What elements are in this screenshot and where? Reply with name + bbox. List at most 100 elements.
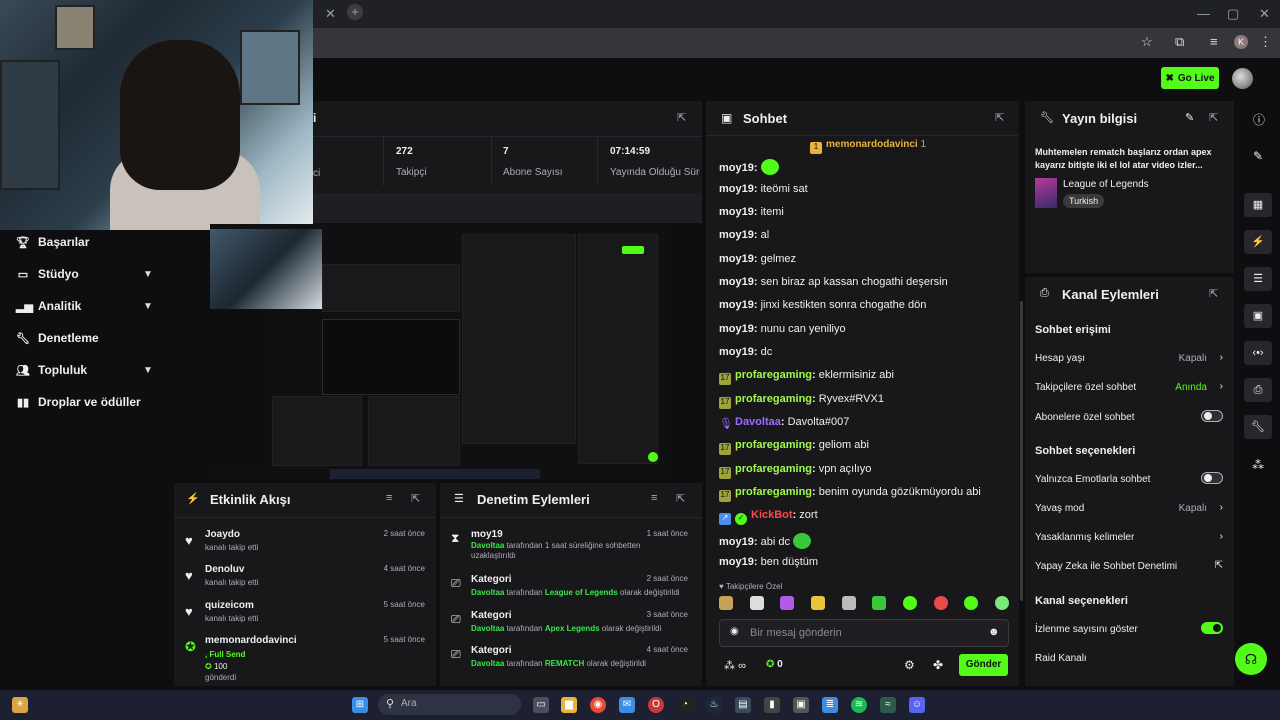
chat-message[interactable]: moy19: al — [719, 229, 769, 241]
help-support-button[interactable]: ☊ — [1235, 643, 1267, 675]
channel-points[interactable]: ⁂ ∞ — [724, 659, 746, 672]
sidebar-item-achievements[interactable]: 🏆︎ Başarılar — [0, 226, 172, 258]
send-button[interactable]: Gönder — [959, 654, 1008, 676]
chat-message[interactable]: 17 profaregaming: eklermisiniz abi — [719, 369, 894, 385]
usb-icon[interactable]: ▮ — [764, 697, 780, 713]
chat-message[interactable]: moy19: iteömi sat — [719, 183, 808, 195]
extensions-icon[interactable]: ⧉ — [1175, 34, 1184, 50]
emote-icon[interactable] — [902, 596, 917, 610]
chat-icon[interactable]: ▣ — [1244, 304, 1272, 328]
activity-item[interactable]: ✪ memonardodavinci , Full Send ✪ 100 gön… — [183, 635, 433, 683]
menu-icon[interactable]: ⋮ — [1259, 34, 1272, 50]
emote-icon[interactable] — [810, 596, 825, 610]
edit-pencil-icon[interactable]: ✎ — [1185, 111, 1194, 124]
chat-input[interactable]: ◉ Bir mesaj gönderin ☻ — [719, 619, 1009, 647]
popout-icon[interactable]: ⇱ — [676, 492, 685, 505]
app-icon[interactable]: ◔ — [677, 697, 693, 713]
emote-icon[interactable] — [749, 596, 764, 610]
new-tab-icon[interactable]: + — [347, 4, 363, 20]
raid-channel-action[interactable]: Raid Kanalı — [1035, 653, 1225, 664]
task-view-icon[interactable]: ▭ — [533, 697, 549, 713]
popout-icon[interactable]: ⇱ — [1209, 287, 1218, 300]
chrome-icon[interactable]: ◉ — [590, 697, 606, 713]
app-icon[interactable]: ▤ — [735, 697, 751, 713]
sidebar-item-drops[interactable]: ▮▮ Droplar ve ödüller — [0, 386, 172, 418]
discord-icon[interactable]: ☺ — [909, 697, 925, 713]
emote-icon[interactable] — [719, 596, 733, 610]
banned-words-setting[interactable]: Yasaklanmış kelimeler › — [1035, 531, 1225, 543]
emote-icon[interactable] — [841, 596, 856, 610]
show-viewers-toggle[interactable] — [1201, 622, 1223, 634]
popout-icon[interactable]: ⇱ — [995, 111, 1004, 124]
app-icon[interactable]: ≈ — [880, 697, 896, 713]
show-viewers-setting[interactable]: İzlenme sayısını göster — [1035, 622, 1225, 635]
lightning-icon[interactable]: ⚡ — [1244, 230, 1272, 254]
subscribers-only-setting[interactable]: Abonelere özel sohbet — [1035, 410, 1225, 423]
file-explorer-icon[interactable]: ▆ — [561, 697, 577, 713]
emote-picker-icon[interactable]: ✤ — [933, 658, 943, 672]
profile-avatar[interactable]: K — [1234, 35, 1248, 49]
code-icon[interactable]: ‹•› — [1244, 341, 1272, 365]
emote-icon[interactable] — [933, 596, 948, 610]
sidebar-item-moderation[interactable]: 🔧︎ Denetleme — [0, 322, 172, 354]
popout-icon[interactable]: ⇱ — [677, 111, 686, 124]
stream-preview[interactable] — [210, 224, 666, 480]
app-icon[interactable]: ▣ — [793, 697, 809, 713]
spotify-icon[interactable]: ≋ — [851, 697, 867, 713]
emote-icon[interactable] — [872, 596, 887, 610]
emoji-icon[interactable]: ☻ — [988, 626, 1000, 638]
chat-message[interactable]: moy19: ben düştüm — [719, 556, 818, 568]
chat-message[interactable]: moy19: — [719, 159, 779, 175]
notepad-icon[interactable]: ≣ — [822, 697, 838, 713]
category-thumbnail[interactable] — [1035, 178, 1057, 208]
sidebar-item-studio[interactable]: ▭ Stüdyo ▼ — [0, 258, 172, 290]
go-live-button[interactable]: ✖ Go Live — [1161, 67, 1219, 89]
chat-message[interactable]: moy19: dc — [719, 346, 772, 358]
steam-icon[interactable]: ♨ — [706, 697, 722, 713]
close-tab-icon[interactable]: ✕ — [325, 6, 336, 22]
community-icon[interactable]: ⁂ — [1252, 458, 1264, 472]
sidebar-item-analytics[interactable]: ▂▅ Analitik ▼ — [0, 290, 172, 322]
layout-icon[interactable]: ▦ — [1244, 193, 1272, 217]
emote-only-toggle[interactable] — [1201, 472, 1223, 484]
settings-gear-icon[interactable]: ⚙ — [904, 658, 915, 672]
user-avatar[interactable] — [1232, 68, 1253, 89]
maximize-icon[interactable]: ▢ — [1227, 6, 1239, 22]
weather-icon[interactable]: ☀ — [12, 697, 28, 713]
slow-mode-setting[interactable]: Yavaş mod Kapalı › — [1035, 502, 1225, 514]
chat-message[interactable]: moy19: nunu can yeniliyo — [719, 323, 846, 335]
window-close-icon[interactable]: ✕ — [1259, 6, 1270, 22]
chat-message[interactable]: moy19: jinxi kestikten sonra chogathe dö… — [719, 299, 926, 311]
filter-icon[interactable]: ≡ — [651, 492, 657, 504]
emote-icon[interactable] — [964, 596, 979, 610]
category-link[interactable]: League of Legends — [1063, 179, 1149, 190]
chat-message[interactable]: ↗ ✓ KickBot: zort — [719, 509, 818, 525]
chat-message[interactable]: moy19: gelmez — [719, 253, 796, 265]
emote-only-setting[interactable]: Yalnızca Emotlarla sohbet — [1035, 472, 1225, 485]
edit-pencil-icon[interactable]: ✎ — [1253, 149, 1263, 163]
chat-message[interactable]: moy19: abi dc — [719, 533, 812, 549]
chat-message[interactable]: 🎙︎ Davoltaa: Davolta#007 — [719, 416, 849, 430]
account-age-setting[interactable]: Hesap yaşı Kapalı › — [1035, 352, 1225, 364]
ai-moderation-setting[interactable]: Yapay Zeka ile Sohbet Denetimi ⇱ — [1035, 560, 1225, 572]
chat-message[interactable]: 17 profaregaming: Ryvex#RVX1 — [719, 393, 884, 409]
chat-message[interactable]: moy19: itemi — [719, 206, 784, 218]
info-icon[interactable]: ⓘ — [1253, 111, 1265, 128]
chat-message[interactable]: 17 profaregaming: geliom abi — [719, 439, 869, 455]
chat-message[interactable]: 17 profaregaming: benim oyunda gözükmüyor… — [719, 486, 981, 502]
opera-icon[interactable]: O — [648, 697, 664, 713]
kick-points[interactable]: ✪ 0 — [766, 659, 783, 670]
chat-scrollbar[interactable] — [1020, 301, 1023, 601]
followers-only-setting[interactable]: Takipçilere özel sohbet Anında › — [1035, 381, 1225, 393]
media-icon[interactable]: ≡ — [1210, 34, 1218, 49]
bookmark-star-icon[interactable]: ☆ — [1141, 34, 1153, 50]
chat-message[interactable]: moy19: sen biraz ap kassan chogathi deşe… — [719, 276, 948, 288]
windows-start-icon[interactable]: ⊞ — [352, 697, 368, 713]
popout-icon[interactable]: ⇱ — [411, 492, 420, 505]
list-icon[interactable]: ☰ — [1244, 267, 1272, 291]
channel-icon[interactable]: ⎙ — [1244, 378, 1272, 402]
minimize-icon[interactable]: — — [1197, 6, 1210, 21]
filter-icon[interactable]: ≡ — [386, 492, 392, 504]
mail-icon[interactable]: ✉ — [619, 697, 635, 713]
taskbar-search[interactable]: ⚲ Ara — [378, 694, 521, 715]
